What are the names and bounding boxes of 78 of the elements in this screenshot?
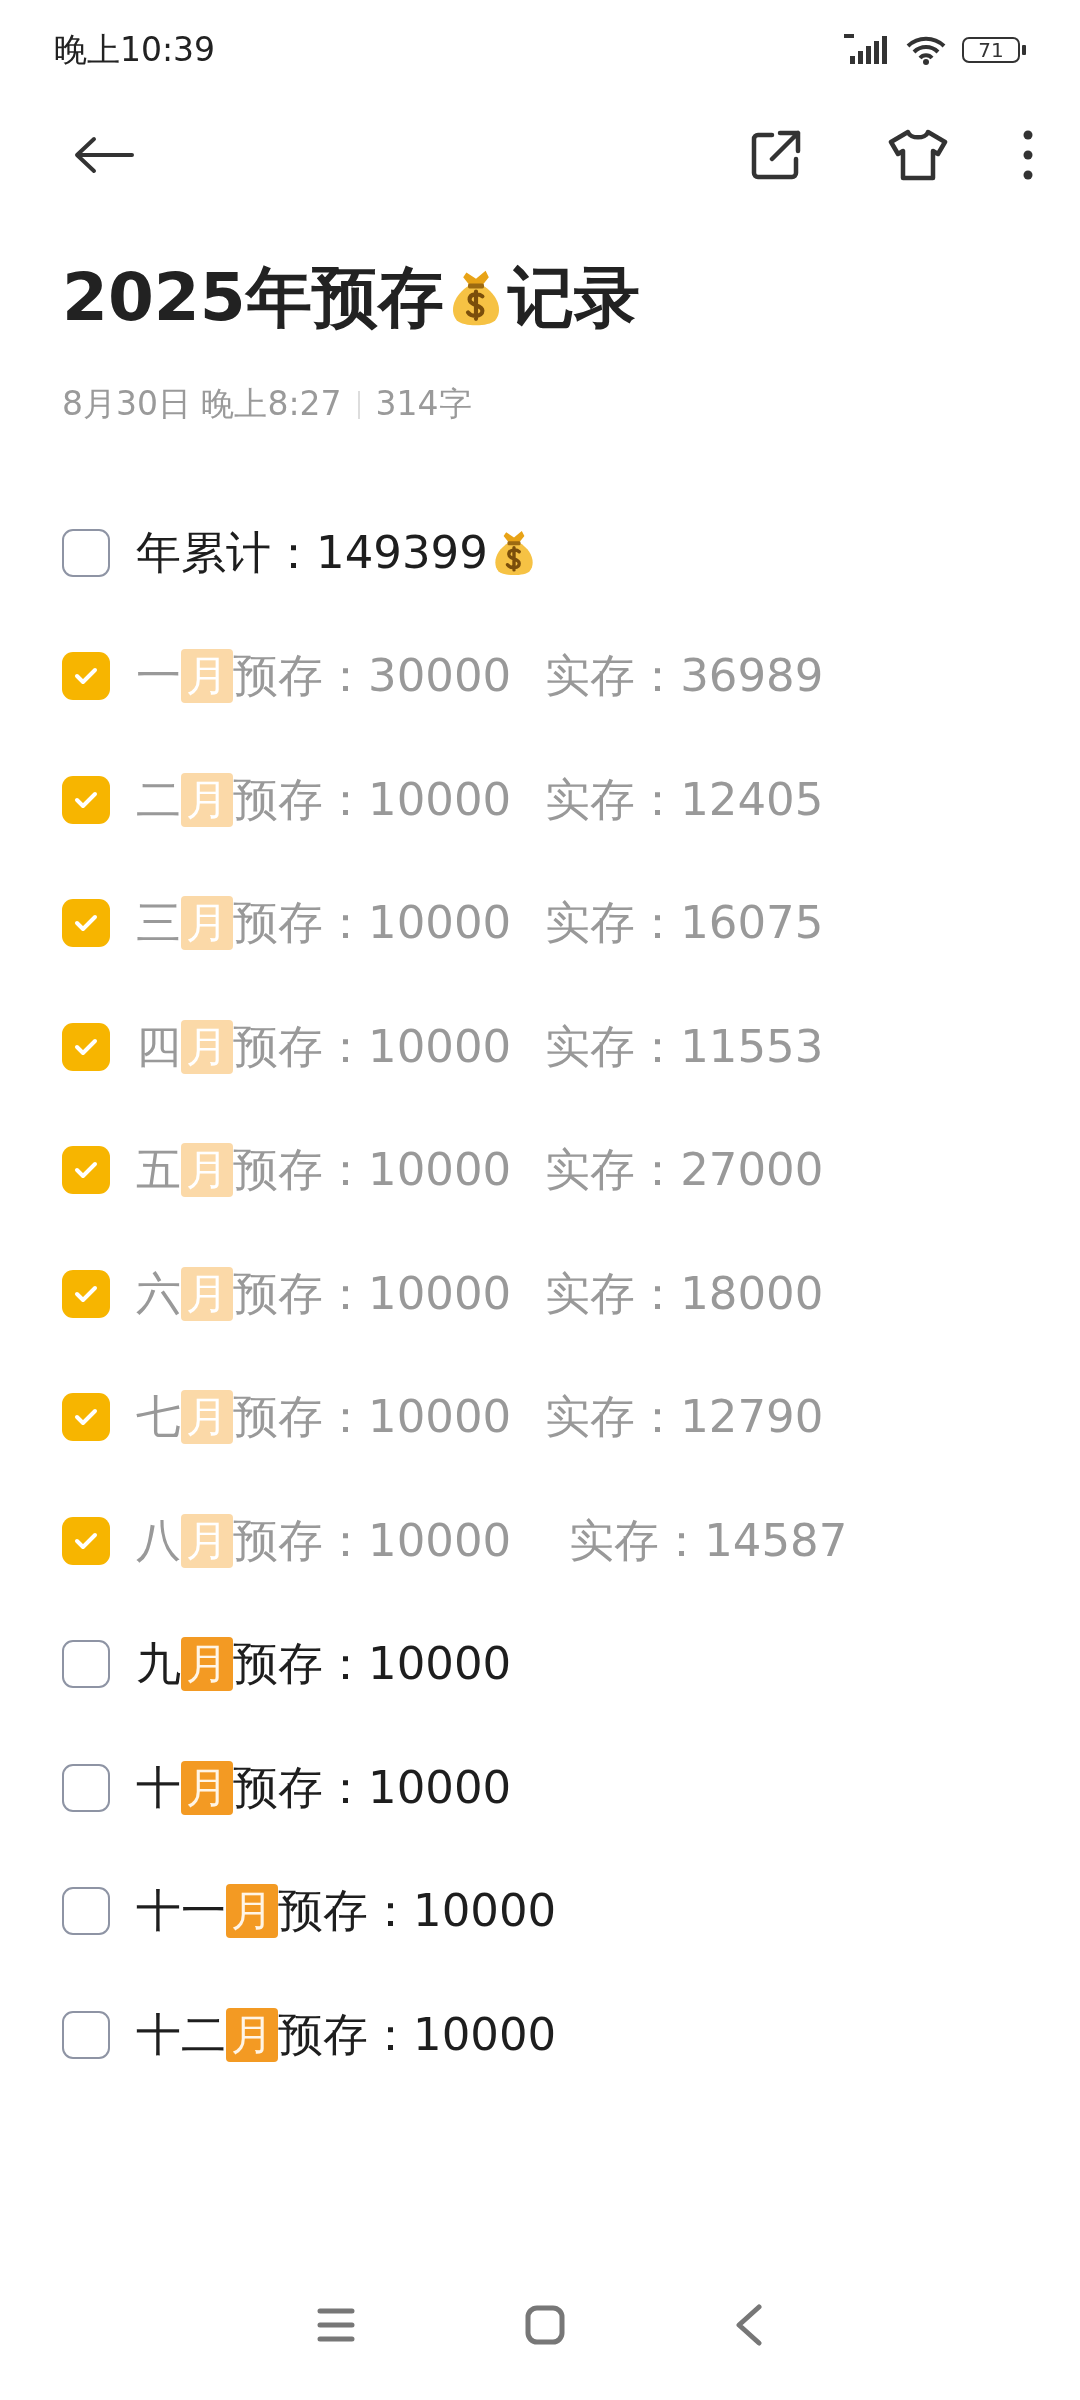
- planned-amount: 预存：10000: [278, 2006, 557, 2063]
- actual-amount: 实存：16075: [545, 895, 824, 952]
- planned-amount: 预存：10000: [233, 1512, 512, 1569]
- signal-icon: [844, 34, 890, 66]
- month-tag: 月: [181, 1266, 233, 1321]
- planned-amount: 预存：10000: [233, 895, 512, 952]
- month-tag: 月: [181, 649, 233, 704]
- total-text: 年累计：149399: [136, 524, 488, 581]
- check-icon: [74, 666, 98, 687]
- month-tag: 月: [226, 1884, 278, 1939]
- note-date: 8月30日 晚上8:27: [62, 383, 342, 425]
- checkbox[interactable]: [62, 652, 110, 701]
- checkbox[interactable]: [62, 899, 110, 948]
- check-icon: [74, 1407, 98, 1428]
- month-tag: 月: [181, 1637, 233, 1692]
- checkbox[interactable]: [62, 1887, 110, 1936]
- month-number: 六: [136, 1265, 181, 1322]
- back-nav-button[interactable]: [735, 2304, 763, 2346]
- month-tag: 月: [181, 1019, 233, 1074]
- month-number: 八: [136, 1512, 181, 1569]
- month-tag: 月: [181, 1143, 233, 1198]
- month-number: 一: [136, 648, 181, 705]
- actual-amount: 实存：27000: [545, 1142, 824, 1199]
- checkbox[interactable]: [62, 775, 110, 824]
- month-tag: 月: [226, 2007, 278, 2062]
- check-icon: [74, 1530, 98, 1551]
- note-title: 2025年预存: [62, 258, 444, 338]
- note-title: 记录: [507, 258, 640, 338]
- planned-amount: 预存：10000: [233, 1018, 512, 1075]
- checkbox[interactable]: [62, 1393, 110, 1442]
- month-number: 十: [136, 1759, 181, 1816]
- checkbox[interactable]: [62, 1146, 110, 1195]
- more-icon: [1022, 129, 1034, 181]
- checkbox[interactable]: [62, 1763, 110, 1812]
- month-number: 十二: [136, 2006, 226, 2063]
- planned-amount: 预存：10000: [233, 1636, 512, 1693]
- battery-icon: 71: [962, 37, 1020, 63]
- check-icon: [74, 1283, 98, 1304]
- planned-amount: 预存：30000: [233, 648, 512, 705]
- month-tag: 月: [181, 896, 233, 951]
- planned-amount: 预存：10000: [278, 1883, 557, 1940]
- actual-amount: 实存：18000: [545, 1265, 824, 1322]
- month-number: 七: [136, 1389, 181, 1446]
- month-tag: 月: [181, 772, 233, 827]
- checkbox[interactable]: [62, 528, 110, 577]
- actual-amount: 实存：12790: [545, 1389, 824, 1446]
- check-icon: [74, 789, 98, 810]
- wifi-icon: [904, 34, 948, 66]
- check-icon: [74, 1160, 98, 1181]
- month-number: 四: [136, 1018, 181, 1075]
- checkbox[interactable]: [62, 1269, 110, 1318]
- month-number: 九: [136, 1636, 181, 1693]
- month-tag: 月: [181, 1390, 233, 1445]
- planned-amount: 预存：10000: [233, 1389, 512, 1446]
- status-time: 晚上10:39: [54, 28, 216, 71]
- month-number: 五: [136, 1142, 181, 1199]
- actual-amount: 实存：12405: [545, 771, 824, 828]
- month-number: 三: [136, 895, 181, 952]
- checkbox[interactable]: [62, 1022, 110, 1071]
- actual-amount: 实存：14587: [569, 1512, 848, 1569]
- actual-amount: 实存：36989: [545, 648, 824, 705]
- actual-amount: 实存：11553: [545, 1018, 824, 1075]
- word-count: 314字: [375, 383, 472, 425]
- check-icon: [74, 1036, 98, 1057]
- check-icon: [74, 913, 98, 934]
- month-tag: 月: [181, 1760, 233, 1815]
- month-tag: 月: [181, 1513, 233, 1568]
- month-number: 二: [136, 771, 181, 828]
- menu-button[interactable]: [317, 2307, 355, 2343]
- planned-amount: 预存：10000: [233, 1265, 512, 1322]
- home-button[interactable]: [525, 2305, 565, 2345]
- planned-amount: 预存：10000: [233, 1759, 512, 1816]
- planned-amount: 预存：10000: [233, 1142, 512, 1199]
- checkbox[interactable]: [62, 1516, 110, 1565]
- checkbox[interactable]: [62, 1640, 110, 1689]
- checkbox[interactable]: [62, 2010, 110, 2059]
- planned-amount: 预存：10000: [233, 771, 512, 828]
- month-number: 十一: [136, 1883, 226, 1940]
